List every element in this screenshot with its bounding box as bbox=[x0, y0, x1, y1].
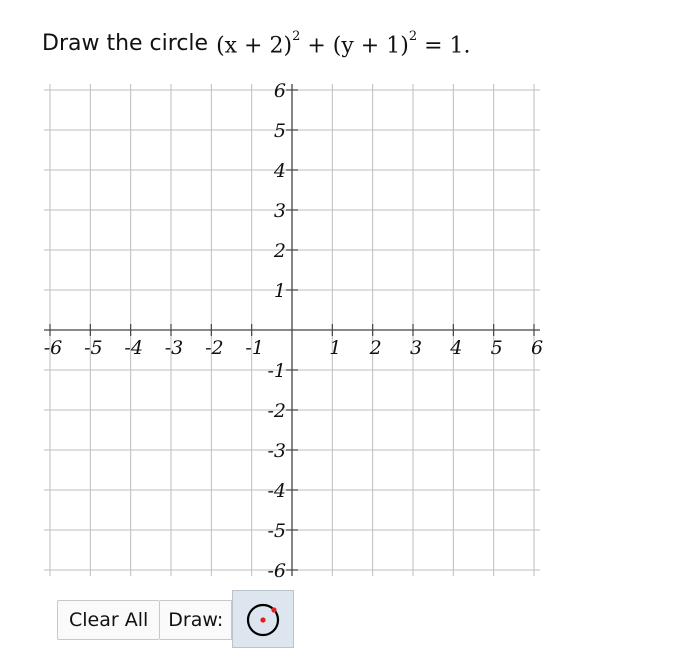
x-tick-label: 1 bbox=[329, 337, 341, 359]
circle-tool-button[interactable] bbox=[232, 590, 295, 648]
y-tick-label: -2 bbox=[267, 400, 286, 422]
y-tick-label: -5 bbox=[267, 520, 286, 542]
x-tick-label: 5 bbox=[491, 337, 503, 359]
y-tick-label: 2 bbox=[273, 240, 286, 262]
coordinate-grid[interactable]: -6 -5 -4 -3 -2 -1 1 2 3 4 5 6 6 5 4 3 2 1 -1 -2 -3 -4 -5 -6 bbox=[0, 0, 700, 590]
x-tick-label: 3 bbox=[410, 337, 422, 359]
x-tick-label: -4 bbox=[124, 337, 143, 359]
x-tick-label: -3 bbox=[165, 337, 184, 359]
y-tick-label: 6 bbox=[274, 80, 286, 102]
x-tick-label: -2 bbox=[205, 337, 224, 359]
y-tick-label: -3 bbox=[267, 440, 286, 462]
x-tick-label: 6 bbox=[531, 337, 543, 359]
y-tick-label: -1 bbox=[267, 360, 286, 382]
x-tick-label: -5 bbox=[84, 337, 103, 359]
graph-area[interactable]: -6 -5 -4 -3 -2 -1 1 2 3 4 5 6 6 5 4 3 2 1 -1 -2 -3 -4 -5 -6 bbox=[0, 0, 700, 590]
y-tick-label: -6 bbox=[267, 560, 286, 582]
y-tick-label: 1 bbox=[274, 280, 286, 302]
y-tick-label: 5 bbox=[274, 120, 286, 142]
y-tick-label: 3 bbox=[274, 200, 286, 222]
x-tick-label: 2 bbox=[369, 337, 382, 359]
circle-tool-edge-dot bbox=[271, 607, 277, 613]
x-tick-label: 4 bbox=[449, 337, 462, 359]
clear-all-button[interactable]: Clear All bbox=[57, 600, 161, 640]
draw-label: Draw: bbox=[160, 600, 233, 640]
y-tick-label: -4 bbox=[267, 480, 286, 502]
drawing-toolbar: Clear All Draw: bbox=[57, 590, 295, 648]
circle-tool-center-dot bbox=[260, 617, 266, 623]
y-tick-label: 4 bbox=[273, 160, 286, 182]
x-tick-label: -1 bbox=[245, 337, 264, 359]
circle-tool-icon bbox=[247, 603, 280, 637]
x-tick-label: -6 bbox=[44, 337, 63, 359]
